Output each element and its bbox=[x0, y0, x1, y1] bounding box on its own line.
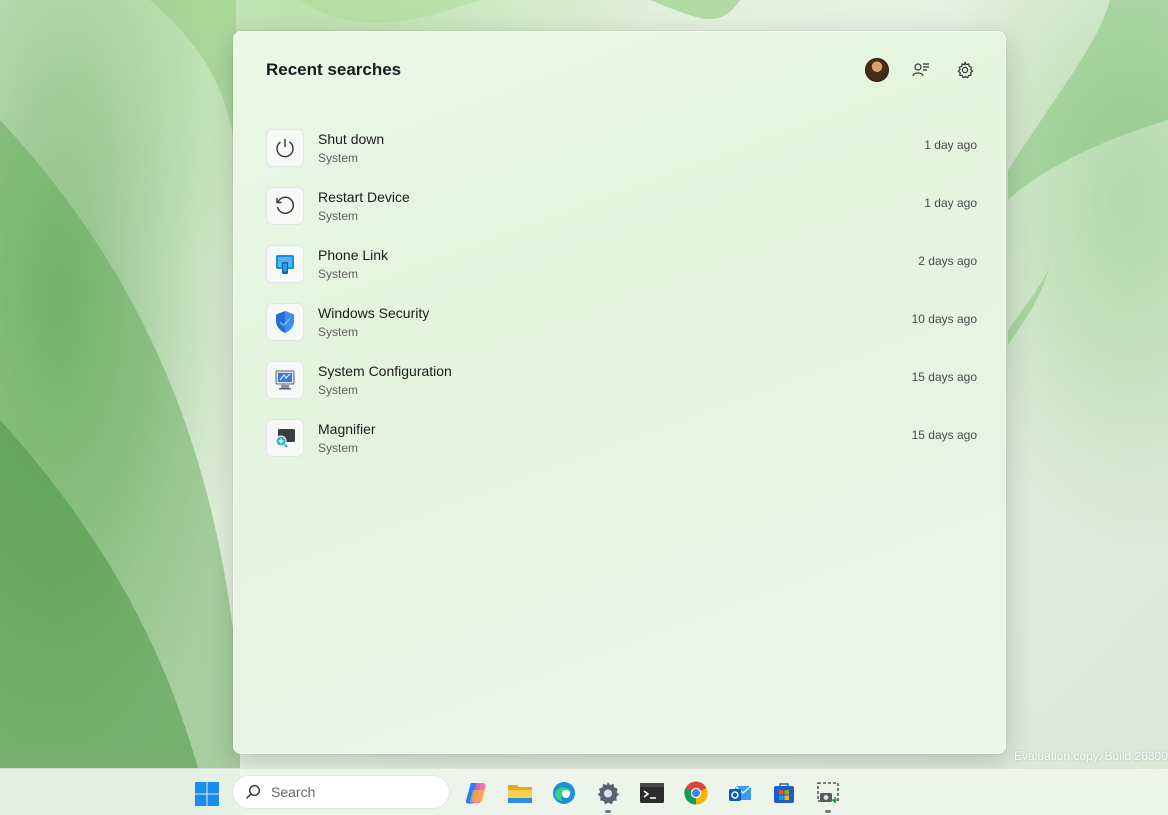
list-item[interactable]: Phone Link System 2 days ago bbox=[266, 236, 977, 294]
item-subtitle: System bbox=[318, 324, 359, 339]
search-icon bbox=[246, 784, 261, 799]
terminal-icon[interactable] bbox=[638, 779, 666, 807]
panel-title: Recent searches bbox=[266, 60, 402, 79]
list-item[interactable]: Shut down System 1 day ago bbox=[266, 120, 977, 178]
snipping-tool-icon[interactable] bbox=[814, 779, 842, 813]
item-title: Phone Link bbox=[318, 246, 389, 263]
shield-icon bbox=[266, 302, 304, 341]
item-title: Shut down bbox=[318, 130, 385, 147]
outlook-icon[interactable] bbox=[726, 779, 754, 807]
list-item[interactable]: Windows Security System 10 days ago bbox=[266, 294, 977, 352]
list-item[interactable]: Restart Device System 1 day ago bbox=[266, 178, 977, 236]
switch-account-icon[interactable] bbox=[909, 58, 933, 82]
list-item[interactable]: System Configuration System 15 days ago bbox=[266, 352, 977, 410]
windows-start-icon[interactable] bbox=[194, 781, 220, 807]
chrome-icon[interactable] bbox=[682, 779, 710, 807]
evaluation-watermark: Evaluation copy. Build 26300. bbox=[1014, 749, 1168, 763]
item-subtitle: System bbox=[318, 208, 359, 223]
item-time: 1 day ago bbox=[924, 196, 977, 210]
item-subtitle: System bbox=[318, 440, 359, 455]
running-indicator bbox=[605, 810, 611, 813]
item-title: Restart Device bbox=[318, 188, 410, 205]
item-title: System Configuration bbox=[318, 362, 452, 379]
desktop: Recent searches Shut down System 1 day a… bbox=[0, 0, 1168, 815]
item-time: 1 day ago bbox=[924, 138, 977, 152]
recent-searches-panel: Recent searches Shut down System 1 day a… bbox=[233, 31, 1006, 754]
edge-icon[interactable] bbox=[550, 779, 578, 807]
item-time: 15 days ago bbox=[911, 370, 977, 384]
system-configuration-icon bbox=[266, 360, 304, 399]
gear-icon[interactable] bbox=[953, 58, 977, 82]
item-subtitle: System bbox=[318, 266, 359, 281]
list-item[interactable]: Magnifier System 15 days ago bbox=[266, 410, 977, 468]
magnifier-icon bbox=[266, 418, 304, 457]
panel-header-actions bbox=[865, 58, 977, 82]
item-title: Magnifier bbox=[318, 420, 376, 437]
taskbar: Search bbox=[0, 768, 1168, 815]
copilot-icon[interactable] bbox=[462, 779, 490, 807]
file-explorer-icon[interactable] bbox=[506, 779, 534, 807]
restart-icon bbox=[266, 186, 304, 225]
user-avatar[interactable] bbox=[865, 58, 889, 82]
item-time: 2 days ago bbox=[918, 254, 977, 268]
taskbar-search-input[interactable]: Search bbox=[232, 775, 450, 809]
running-indicator bbox=[825, 810, 831, 813]
item-subtitle: System bbox=[318, 150, 359, 165]
search-placeholder: Search bbox=[271, 784, 316, 800]
item-subtitle: System bbox=[318, 382, 359, 397]
store-icon[interactable] bbox=[770, 779, 798, 807]
recent-searches-list: Shut down System 1 day ago Restart Devic… bbox=[266, 120, 977, 468]
settings-icon[interactable] bbox=[594, 779, 622, 813]
phone-link-icon bbox=[266, 244, 304, 283]
item-time: 10 days ago bbox=[911, 312, 977, 326]
power-icon bbox=[266, 128, 304, 167]
item-title: Windows Security bbox=[318, 304, 430, 321]
item-time: 15 days ago bbox=[911, 428, 977, 442]
